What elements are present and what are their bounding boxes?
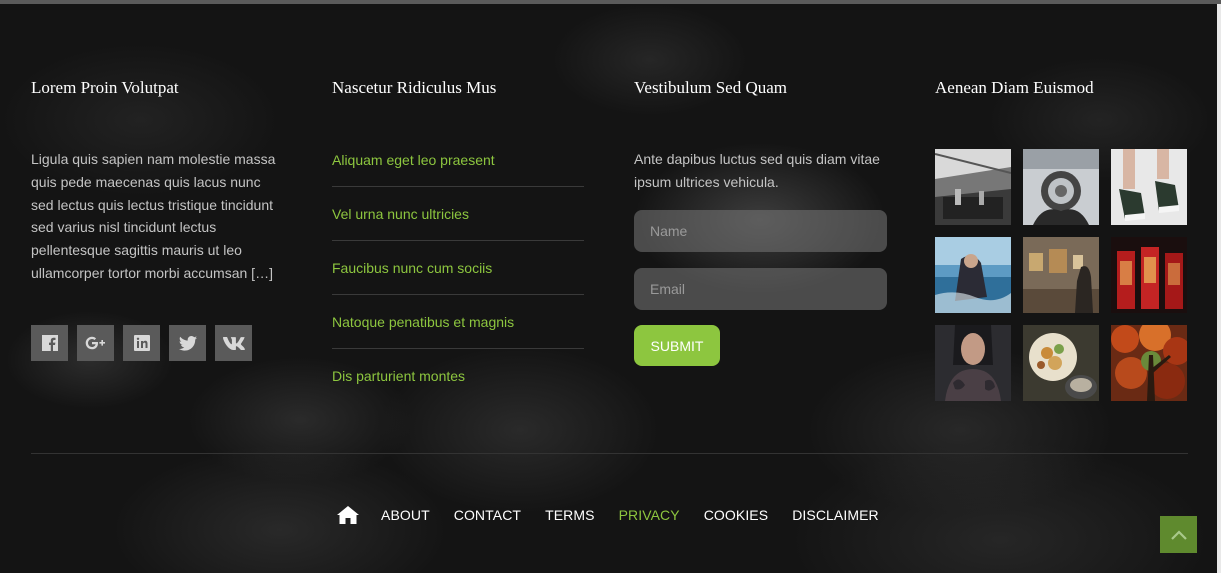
link-item[interactable]: Aliquam eget leo praesent — [332, 133, 584, 187]
facebook-icon[interactable] — [31, 325, 68, 361]
footer-nav-disclaimer[interactable]: Disclaimer — [792, 507, 879, 523]
linkedin-icon[interactable] — [123, 325, 160, 361]
name-field[interactable] — [634, 210, 887, 252]
widget-title: Lorem Proin Volutpat — [31, 78, 179, 97]
link-item[interactable]: Dis parturient montes — [332, 349, 584, 403]
email-field[interactable] — [634, 268, 887, 310]
footer-divider — [31, 453, 1188, 454]
footer-nav-terms[interactable]: Terms — [545, 507, 595, 523]
footer-nav-cookies[interactable]: Cookies — [704, 507, 769, 523]
footer-nav-about[interactable]: About — [381, 507, 430, 523]
link-item[interactable]: Natoque penatibus et magnis — [332, 295, 584, 349]
gallery-image-sneakers-feet[interactable] — [1111, 149, 1187, 225]
link-item[interactable]: Vel urna nunc ultricies — [332, 187, 584, 241]
gallery-image-tattooed-woman[interactable] — [935, 325, 1011, 401]
gallery-image-food-plate[interactable] — [1023, 325, 1099, 401]
widget-title: Nascetur Ridiculus Mus — [332, 78, 497, 97]
gallery-image-concert-stage[interactable] — [935, 149, 1011, 225]
submit-button[interactable]: Submit — [634, 325, 720, 366]
gallery-image-lens-in-hand[interactable] — [1023, 149, 1099, 225]
gallery-image-red-phone-booths[interactable] — [1111, 237, 1187, 313]
chevron-up-icon — [1170, 529, 1187, 540]
vk-icon[interactable] — [215, 325, 252, 361]
gallery-image-art-gallery[interactable] — [1023, 237, 1099, 313]
home-icon[interactable] — [337, 505, 359, 525]
widget-title: Vestibulum Sed Quam — [634, 78, 787, 97]
back-to-top-button[interactable] — [1160, 516, 1197, 553]
google-plus-icon[interactable] — [77, 325, 114, 361]
footer-nav-privacy[interactable]: Privacy — [619, 507, 680, 523]
gallery-widget: Aenean Diam Euismod — [935, 78, 1187, 401]
footer-nav-contact[interactable]: Contact — [454, 507, 521, 523]
gallery-image-woman-by-sea[interactable] — [935, 237, 1011, 313]
link-item[interactable]: Faucibus nunc cum sociis — [332, 241, 584, 295]
twitter-icon[interactable] — [169, 325, 206, 361]
about-widget: Lorem Proin Volutpat Ligula quis sapien … — [31, 78, 275, 361]
links-widget: Nascetur Ridiculus Mus Aliquam eget leo … — [332, 78, 584, 384]
top-border — [0, 0, 1221, 4]
footer-nav: About Contact Terms Privacy Cookies Disc… — [337, 503, 903, 527]
subscribe-text: Ante dapibus luctus sed quis diam vitae … — [634, 151, 880, 190]
subscribe-widget: Vestibulum Sed Quam Ante dapibus luctus … — [634, 78, 887, 366]
photo-gallery — [935, 149, 1187, 401]
about-text: Ligula quis sapien nam molestie massa qu… — [31, 151, 276, 281]
widget-title: Aenean Diam Euismod — [935, 78, 1094, 97]
gallery-image-autumn-tree[interactable] — [1111, 325, 1187, 401]
links-list: Aliquam eget leo praesent Vel urna nunc … — [332, 133, 584, 403]
scrollbar-track[interactable] — [1217, 4, 1221, 573]
social-links — [31, 325, 252, 361]
